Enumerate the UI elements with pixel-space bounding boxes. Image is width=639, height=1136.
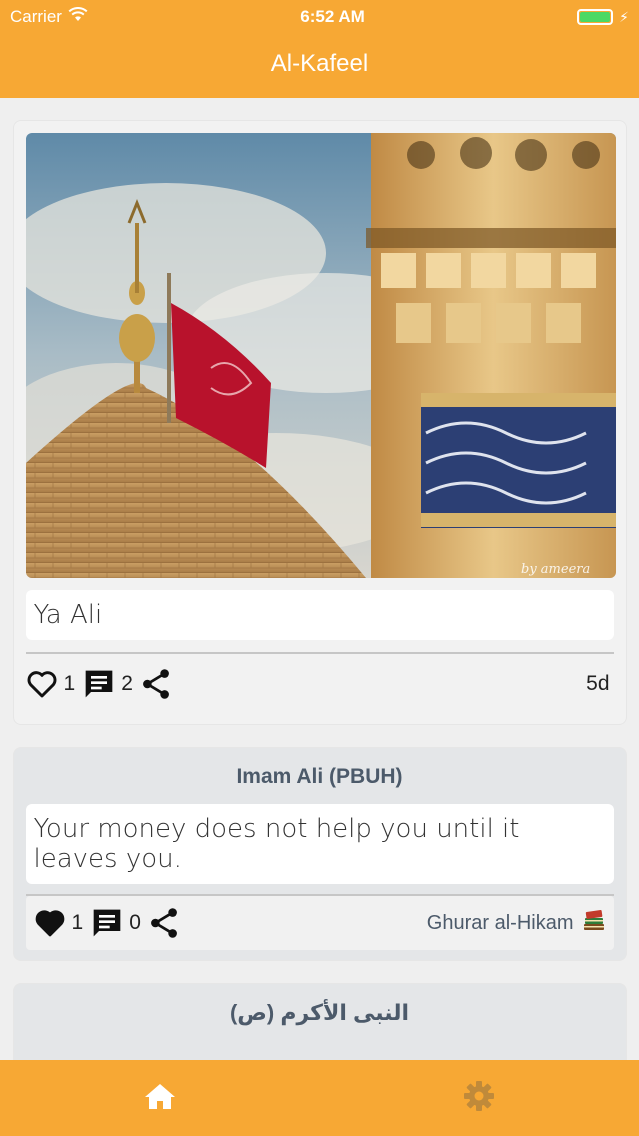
comment-icon	[83, 668, 115, 700]
like-count: 1	[71, 911, 84, 934]
page-title: Al-Kafeel	[270, 50, 369, 77]
post-caption: Ya Ali	[25, 590, 614, 640]
battery-icon	[577, 9, 614, 25]
books-icon	[582, 908, 606, 938]
source-label: Ghurar al-Hikam	[426, 911, 574, 934]
comment-count: 0	[129, 911, 141, 934]
app-header: Carrier 6:52 AM ⚡ Al-Kafeel	[0, 0, 639, 98]
comment-button[interactable]	[83, 668, 115, 700]
wifi-icon	[68, 7, 88, 27]
comment-icon	[91, 907, 123, 939]
heart-filled-icon	[34, 908, 66, 938]
share-icon	[149, 907, 179, 939]
charging-icon: ⚡	[619, 8, 629, 25]
tab-home[interactable]	[0, 1060, 320, 1136]
quote-author: النبى الأكرم (ص)	[229, 1000, 410, 1025]
tab-settings[interactable]	[320, 1060, 639, 1136]
status-bar: Carrier 6:52 AM ⚡	[0, 0, 639, 34]
quote-post-card[interactable]: Imam Ali (PBUH) Your money does not help…	[12, 747, 627, 961]
post-photo[interactable]: by ameera	[25, 133, 616, 578]
heart-outline-icon	[26, 669, 58, 699]
status-time: 6:52 AM	[300, 7, 365, 26]
like-button[interactable]	[26, 669, 58, 699]
tab-bar	[0, 1060, 639, 1136]
home-icon	[144, 1082, 176, 1115]
feed-list[interactable]: by ameera Ya Ali 1 2 5d Imam Ali (PBUH) …	[0, 98, 639, 1060]
post-actions: 1 2 5d	[25, 654, 614, 714]
post-time: 5d	[586, 672, 610, 695]
quote-source[interactable]: Ghurar al-Hikam	[427, 908, 606, 938]
like-button[interactable]	[34, 908, 66, 938]
carrier-label: Carrier	[10, 7, 62, 26]
post-actions: 1 0 Ghurar al-Hikam	[25, 896, 614, 950]
like-count: 1	[63, 672, 76, 695]
share-icon	[141, 668, 171, 700]
share-button[interactable]	[141, 668, 171, 700]
quote-post-card[interactable]: النبى الأكرم (ص)	[12, 983, 627, 1060]
comment-button[interactable]	[91, 907, 123, 939]
svg-text:by ameera: by ameera	[521, 562, 590, 577]
gear-icon	[463, 1080, 495, 1117]
comment-count: 2	[121, 672, 133, 695]
quote-author: Imam Ali (PBUH)	[236, 765, 403, 788]
photo-post-card[interactable]: by ameera Ya Ali 1 2 5d	[12, 120, 627, 725]
share-button[interactable]	[149, 907, 179, 939]
quote-text: Your money does not help you until it le…	[25, 804, 614, 884]
